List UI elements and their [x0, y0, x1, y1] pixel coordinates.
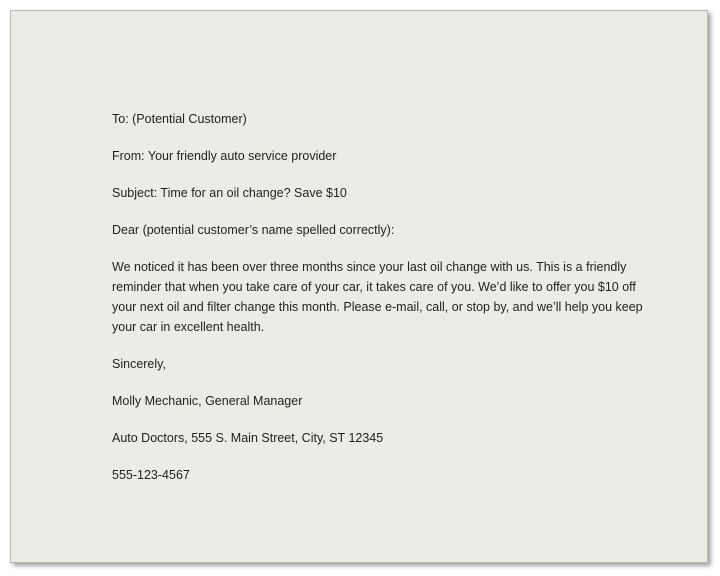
closing: Sincerely,: [112, 357, 166, 371]
subject-line: Subject: Time for an oil change? Save $1…: [112, 186, 347, 200]
phone: 555-123-4567: [112, 468, 190, 482]
signature: Molly Mechanic, General Manager: [112, 394, 303, 408]
body-paragraph: We noticed it has been over three months…: [112, 257, 672, 337]
body-line: reminder that when you take care of your…: [112, 280, 636, 294]
address: Auto Doctors, 555 S. Main Street, City, …: [112, 431, 384, 445]
salutation: Dear (potential customer’s name spelled …: [112, 223, 395, 237]
letter-sheet: To: (Potential Customer) From: Your frie…: [10, 10, 708, 563]
letter-content: To: (Potential Customer) From: Your frie…: [112, 109, 672, 502]
body-line: We noticed it has been over three months…: [112, 260, 627, 274]
body-line: your next oil and filter change this mon…: [112, 300, 643, 314]
body-line: your car in excellent health.: [112, 320, 265, 334]
from-line: From: Your friendly auto service provide…: [112, 149, 337, 163]
to-line: To: (Potential Customer): [112, 112, 247, 126]
